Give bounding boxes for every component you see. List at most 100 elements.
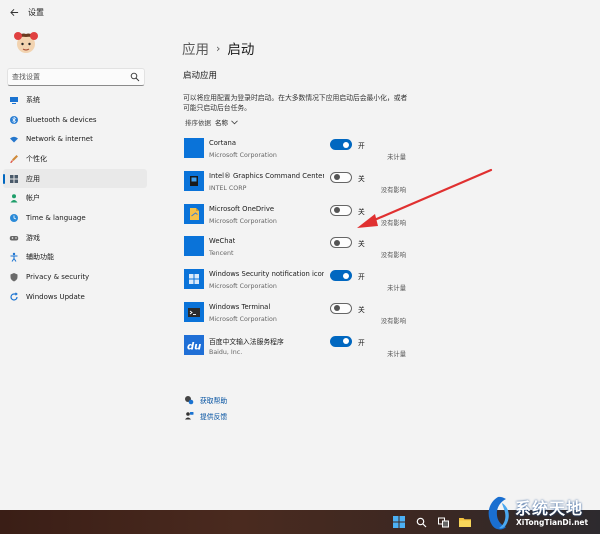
sidebar-item-privacy[interactable]: Privacy & security (3, 267, 147, 287)
startup-impact: 未计量 (387, 154, 406, 161)
windows-security-icon (184, 269, 204, 290)
toggle-knob (334, 239, 340, 246)
sidebar-item-network[interactable]: Network & internet (3, 129, 147, 149)
list-item: Windows Terminal Microsoft Corporation 关… (184, 300, 424, 333)
toggle-state: 关 (358, 174, 365, 183)
title-bar: 设置 (0, 0, 600, 24)
app-name: Microsoft OneDrive (209, 204, 275, 213)
sidebar-item-label: 个性化 (26, 154, 47, 163)
breadcrumb: 应用 › 启动 (182, 38, 255, 59)
sidebar-item-system[interactable]: 系统 (3, 90, 147, 110)
search-input[interactable] (12, 73, 122, 81)
sort-dropdown[interactable]: 名称 (215, 117, 238, 127)
sidebar-item-label: 辅助功能 (26, 253, 54, 262)
startup-toggle[interactable] (330, 302, 352, 314)
start-button[interactable] (392, 515, 406, 529)
sidebar-item-label: 系统 (26, 95, 40, 104)
chevron-down-icon (231, 120, 238, 124)
sidebar-item-label: Bluetooth & devices (26, 115, 97, 124)
back-button[interactable] (4, 2, 24, 22)
sidebar-item-label: Windows Update (26, 292, 85, 301)
monitor-icon (10, 96, 18, 104)
sidebar-item-time-language[interactable]: Time & language (3, 208, 147, 228)
app-publisher: Tencent (209, 250, 234, 258)
toggle-state: 关 (358, 207, 365, 216)
sidebar-item-bluetooth[interactable]: Bluetooth & devices (3, 110, 147, 130)
startup-toggle[interactable] (330, 270, 352, 282)
search-icon (416, 517, 426, 527)
startup-impact: 未计量 (387, 350, 406, 358)
app-name: 百度中文输入法服务程序 (209, 337, 284, 346)
app-name: WeChat (209, 237, 236, 246)
toggle-knob (334, 305, 340, 312)
get-help-label: 获取帮助 (200, 397, 228, 405)
help-links: 获取帮助 提供反馈 (184, 392, 227, 424)
onedrive-icon (184, 203, 204, 224)
gamepad-icon (9, 235, 19, 241)
app-publisher: Microsoft Corporation (209, 283, 277, 291)
startup-impact: 未计量 (387, 285, 406, 293)
sidebar-item-windows-update[interactable]: Windows Update (3, 287, 147, 307)
app-name: Intel® Graphics Command Center S... (209, 171, 324, 180)
app-publisher: INTEL CORP (209, 184, 247, 192)
accessibility-icon (10, 253, 18, 263)
sort-value: 名称 (215, 119, 228, 127)
back-arrow-icon (9, 8, 18, 16)
task-view-button[interactable] (436, 515, 450, 529)
startup-toggle[interactable] (330, 335, 352, 347)
startup-toggle[interactable] (330, 237, 352, 249)
page-title: 启动 (227, 42, 255, 58)
startup-impact: 没有影响 (380, 186, 406, 194)
app-name: Windows Security notification icon (209, 270, 324, 279)
search-icon[interactable] (130, 72, 140, 82)
startup-toggle[interactable] (330, 171, 352, 183)
list-item: WeChat Tencent 关 没有影响 (184, 234, 424, 267)
avatar[interactable] (10, 30, 42, 58)
taskbar-search-button[interactable] (414, 515, 428, 529)
toggle-knob (334, 207, 340, 214)
section-title: 启动应用 (183, 71, 218, 81)
file-explorer-button[interactable] (458, 515, 472, 529)
taskbar-icons (392, 515, 472, 529)
sidebar-item-gaming[interactable]: 游戏 (3, 228, 147, 248)
sort-control: 排序依据 名称 (185, 117, 238, 127)
brush-icon (10, 154, 18, 163)
list-item: Microsoft OneDrive Microsoft Corporation… (184, 202, 424, 235)
sidebar-item-personalization[interactable]: 个性化 (3, 149, 147, 169)
app-name: Windows Terminal (209, 302, 271, 311)
person-icon (10, 194, 18, 203)
list-item: Cortana Microsoft Corporation 开 未计量 (184, 136, 424, 169)
get-help-link[interactable]: 获取帮助 (184, 392, 227, 408)
app-publisher: Microsoft Corporation (209, 315, 277, 323)
update-icon (10, 292, 18, 301)
startup-toggle[interactable] (330, 204, 352, 216)
startup-app-list: Cortana Microsoft Corporation 开 未计量 Inte… (184, 136, 424, 366)
startup-toggle[interactable] (330, 139, 352, 150)
list-item: Windows Security notification icon Micro… (184, 267, 424, 300)
app-publisher: Microsoft Corporation (209, 152, 277, 159)
startup-impact: 没有影响 (380, 219, 406, 227)
toggle-state: 开 (358, 273, 365, 282)
toggle-state: 开 (358, 338, 365, 347)
site-watermark: 系统天地 XiTongTianDi.net (482, 493, 600, 534)
task-view-icon (437, 517, 449, 527)
globe-clock-icon (10, 213, 18, 222)
svg-text:du: du (187, 341, 201, 352)
app-name: Cortana (209, 139, 237, 147)
sidebar-item-apps[interactable]: 应用 (3, 168, 147, 189)
bluetooth-icon (10, 115, 18, 124)
sidebar-item-accessibility[interactable]: 辅助功能 (3, 248, 147, 268)
shield-icon (10, 273, 18, 282)
toggle-state: 关 (358, 240, 365, 249)
toggle-knob (343, 338, 349, 345)
cortana-icon (184, 138, 204, 158)
watermark-subtitle: XiTongTianDi.net (516, 518, 589, 527)
feedback-link[interactable]: 提供反馈 (184, 408, 227, 424)
breadcrumb-separator: › (216, 41, 221, 55)
breadcrumb-parent[interactable]: 应用 (182, 38, 209, 58)
toggle-state: 关 (358, 305, 365, 314)
app-publisher: Microsoft Corporation (209, 217, 277, 225)
search-box[interactable] (7, 68, 145, 86)
sidebar-item-accounts[interactable]: 帐户 (3, 188, 147, 208)
windows-terminal-icon (184, 301, 204, 322)
